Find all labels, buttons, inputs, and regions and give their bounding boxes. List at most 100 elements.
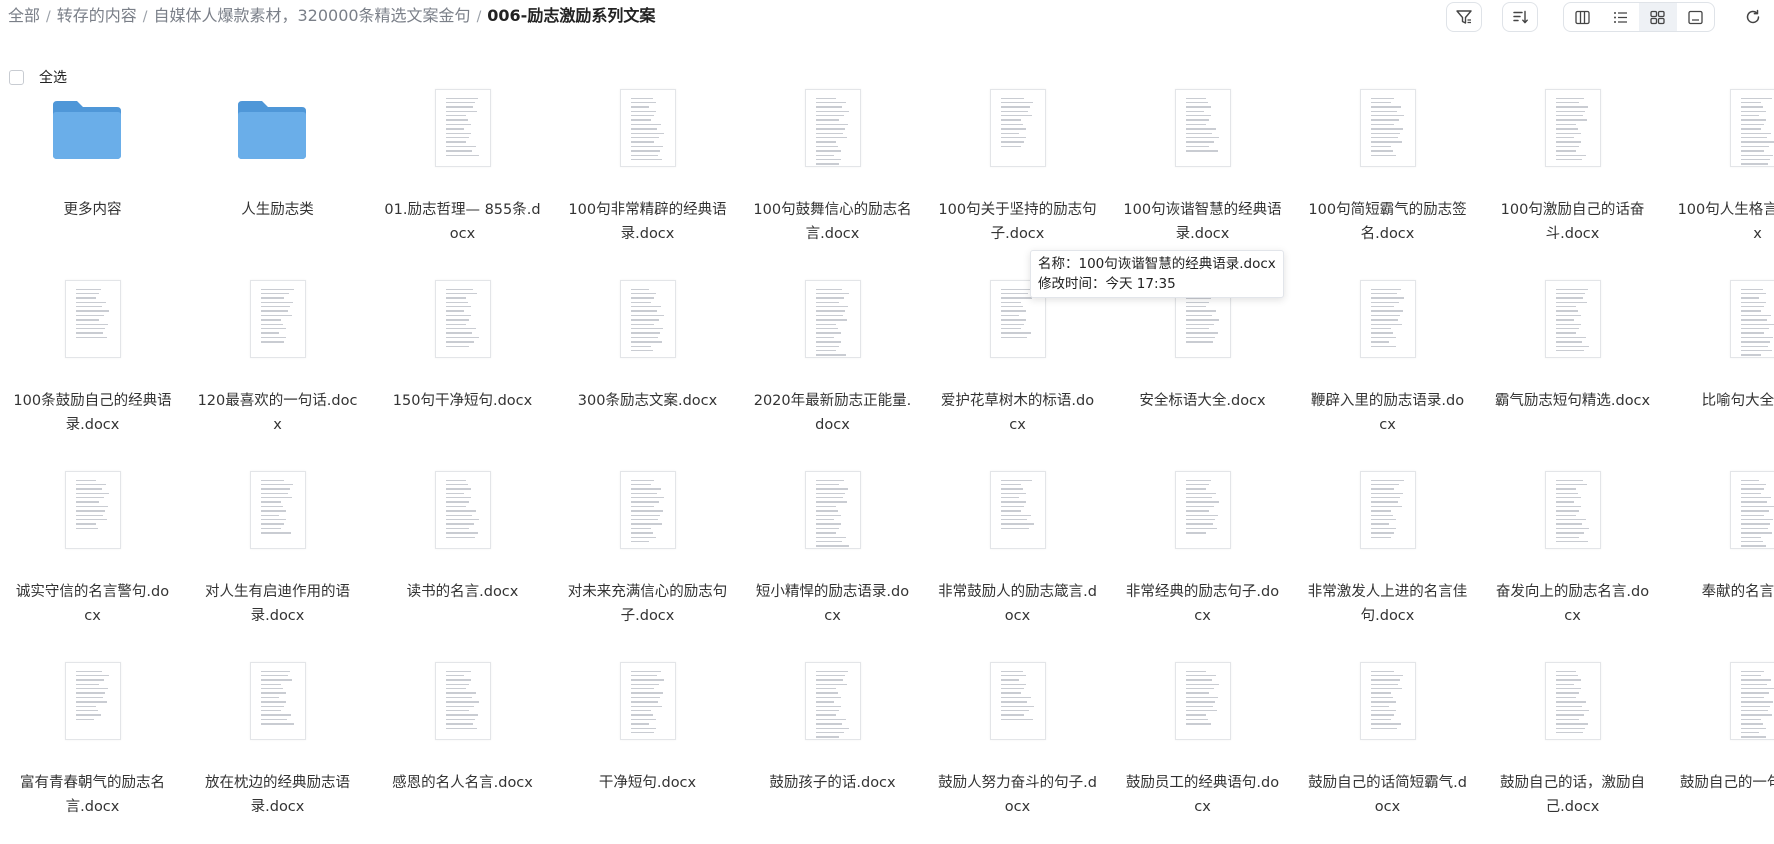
document-icon xyxy=(1545,89,1601,167)
file-item[interactable]: 100句鼓舞信心的励志名言.docx xyxy=(740,80,925,271)
item-name: 富有青春朝气的励志名言.docx xyxy=(12,771,173,819)
file-item[interactable]: 感恩的名人名言.docx xyxy=(370,653,555,844)
item-name: 人生励志类 xyxy=(197,198,358,222)
column-view-icon xyxy=(1574,9,1591,26)
file-item[interactable]: 爱护花草树木的标语.docx xyxy=(925,271,1110,462)
column-view-button[interactable] xyxy=(1564,3,1602,31)
item-name: 120最喜欢的一句话.docx xyxy=(197,389,358,437)
item-thumbnail xyxy=(925,462,1110,557)
sort-button[interactable] xyxy=(1502,2,1538,32)
item-name: 诚实守信的名言警句.docx xyxy=(12,580,173,628)
tooltip-modified-time: 修改时间：今天 17:35 xyxy=(1038,274,1276,294)
item-name: 鞭辟入里的励志语录.docx xyxy=(1307,389,1468,437)
document-icon xyxy=(1545,662,1601,740)
document-icon xyxy=(65,471,121,549)
item-name: 100句人生格言短句.docx xyxy=(1677,198,1774,246)
file-item[interactable]: 霸气励志短句精选.docx xyxy=(1480,271,1665,462)
file-item[interactable]: 150句干净短句.docx xyxy=(370,271,555,462)
item-thumbnail xyxy=(555,462,740,557)
document-icon xyxy=(65,280,121,358)
file-item[interactable]: 短小精悍的励志语录.docx xyxy=(740,462,925,653)
file-item[interactable]: 安全标语大全.docx xyxy=(1110,271,1295,462)
file-item[interactable]: 鞭辟入里的励志语录.docx xyxy=(1295,271,1480,462)
item-thumbnail xyxy=(1295,271,1480,366)
item-name: 对人生有启迪作用的语录.docx xyxy=(197,580,358,628)
file-item[interactable]: 鼓励孩子的话.docx xyxy=(740,653,925,844)
item-name: 读书的名言.docx xyxy=(382,580,543,604)
item-thumbnail xyxy=(1295,462,1480,557)
item-thumbnail xyxy=(1110,462,1295,557)
file-item[interactable]: 01.励志哲理— 855条.docx xyxy=(370,80,555,271)
item-thumbnail xyxy=(1110,653,1295,748)
file-item[interactable]: 诚实守信的名言警句.docx xyxy=(0,462,185,653)
file-item[interactable]: 鼓励员工的经典语句.docx xyxy=(1110,653,1295,844)
breadcrumb-separator: / xyxy=(46,9,51,25)
file-item[interactable]: 比喻句大全.docx xyxy=(1665,271,1774,462)
item-name: 爱护花草树木的标语.docx xyxy=(937,389,1098,437)
filter-button[interactable] xyxy=(1446,2,1482,32)
file-tooltip: 名称：100句诙谐智慧的经典语录.docx 修改时间：今天 17:35 xyxy=(1030,250,1284,298)
file-item[interactable]: 100句人生格言短句.docx xyxy=(1665,80,1774,271)
file-item[interactable]: 100句激励自己的话奋斗.docx xyxy=(1480,80,1665,271)
item-thumbnail xyxy=(555,271,740,366)
file-item[interactable]: 读书的名言.docx xyxy=(370,462,555,653)
folder-item[interactable]: 更多内容 xyxy=(0,80,185,271)
file-item[interactable]: 奉献的名言.docx xyxy=(1665,462,1774,653)
file-item[interactable]: 非常激发人上进的名言佳句.docx xyxy=(1295,462,1480,653)
document-icon xyxy=(990,662,1046,740)
file-item[interactable]: 对未来充满信心的励志句子.docx xyxy=(555,462,740,653)
file-item[interactable]: 对人生有启迪作用的语录.docx xyxy=(185,462,370,653)
file-item[interactable]: 非常鼓励人的励志箴言.docx xyxy=(925,462,1110,653)
item-thumbnail xyxy=(185,271,370,366)
file-item[interactable]: 放在枕边的经典励志语录.docx xyxy=(185,653,370,844)
file-item[interactable]: 100条鼓励自己的经典语录.docx xyxy=(0,271,185,462)
document-icon xyxy=(435,471,491,549)
file-item[interactable]: 鼓励自己的话简短霸气.docx xyxy=(1295,653,1480,844)
document-icon xyxy=(805,662,861,740)
document-icon xyxy=(1730,89,1774,167)
file-item[interactable]: 100句关于坚持的励志句子.docx xyxy=(925,80,1110,271)
file-item[interactable]: 奋发向上的励志名言.docx xyxy=(1480,462,1665,653)
file-item[interactable]: 100句简短霸气的励志签名.docx xyxy=(1295,80,1480,271)
file-item[interactable]: 鼓励自己的话，激励自己.docx xyxy=(1480,653,1665,844)
item-name: 100句鼓舞信心的励志名言.docx xyxy=(752,198,913,246)
item-thumbnail xyxy=(925,653,1110,748)
item-name: 鼓励员工的经典语句.docx xyxy=(1122,771,1283,819)
file-item[interactable]: 富有青春朝气的励志名言.docx xyxy=(0,653,185,844)
item-thumbnail xyxy=(1480,653,1665,748)
breadcrumb-item-saved[interactable]: 转存的内容 xyxy=(57,6,137,25)
preview-view-button[interactable] xyxy=(1677,3,1715,31)
document-icon xyxy=(435,280,491,358)
refresh-button[interactable] xyxy=(1738,2,1768,32)
file-item[interactable]: 2020年最新励志正能量.docx xyxy=(740,271,925,462)
document-icon xyxy=(620,280,676,358)
document-icon xyxy=(620,89,676,167)
file-item[interactable]: 100句诙谐智慧的经典语录.docx xyxy=(1110,80,1295,271)
item-thumbnail xyxy=(1480,80,1665,175)
document-icon xyxy=(435,89,491,167)
sort-icon xyxy=(1511,8,1529,26)
file-item[interactable]: 干净短句.docx xyxy=(555,653,740,844)
folder-item[interactable]: 人生励志类 xyxy=(185,80,370,271)
item-name: 奋发向上的励志名言.docx xyxy=(1492,580,1653,628)
item-thumbnail xyxy=(740,80,925,175)
item-name: 比喻句大全.docx xyxy=(1677,389,1774,413)
item-thumbnail xyxy=(185,462,370,557)
breadcrumb-item-all[interactable]: 全部 xyxy=(8,6,40,25)
file-item[interactable]: 鼓励自己的一句话.docx xyxy=(1665,653,1774,844)
file-item[interactable]: 非常经典的励志句子.docx xyxy=(1110,462,1295,653)
refresh-icon xyxy=(1744,8,1762,26)
document-icon xyxy=(1175,662,1231,740)
grid-view-button[interactable] xyxy=(1639,3,1677,31)
item-name: 300条励志文案.docx xyxy=(567,389,728,413)
document-icon xyxy=(250,662,306,740)
breadcrumb: 全部/转存的内容/自媒体人爆款素材，320000条精选文案金句/006-励志激励… xyxy=(8,5,655,28)
file-item[interactable]: 120最喜欢的一句话.docx xyxy=(185,271,370,462)
item-thumbnail xyxy=(555,80,740,175)
file-item[interactable]: 鼓励人努力奋斗的句子.docx xyxy=(925,653,1110,844)
item-thumbnail xyxy=(740,462,925,557)
file-item[interactable]: 100句非常精辟的经典语录.docx xyxy=(555,80,740,271)
breadcrumb-item-collection[interactable]: 自媒体人爆款素材，320000条精选文案金句 xyxy=(153,6,470,25)
file-item[interactable]: 300条励志文案.docx xyxy=(555,271,740,462)
list-view-button[interactable] xyxy=(1602,3,1640,31)
